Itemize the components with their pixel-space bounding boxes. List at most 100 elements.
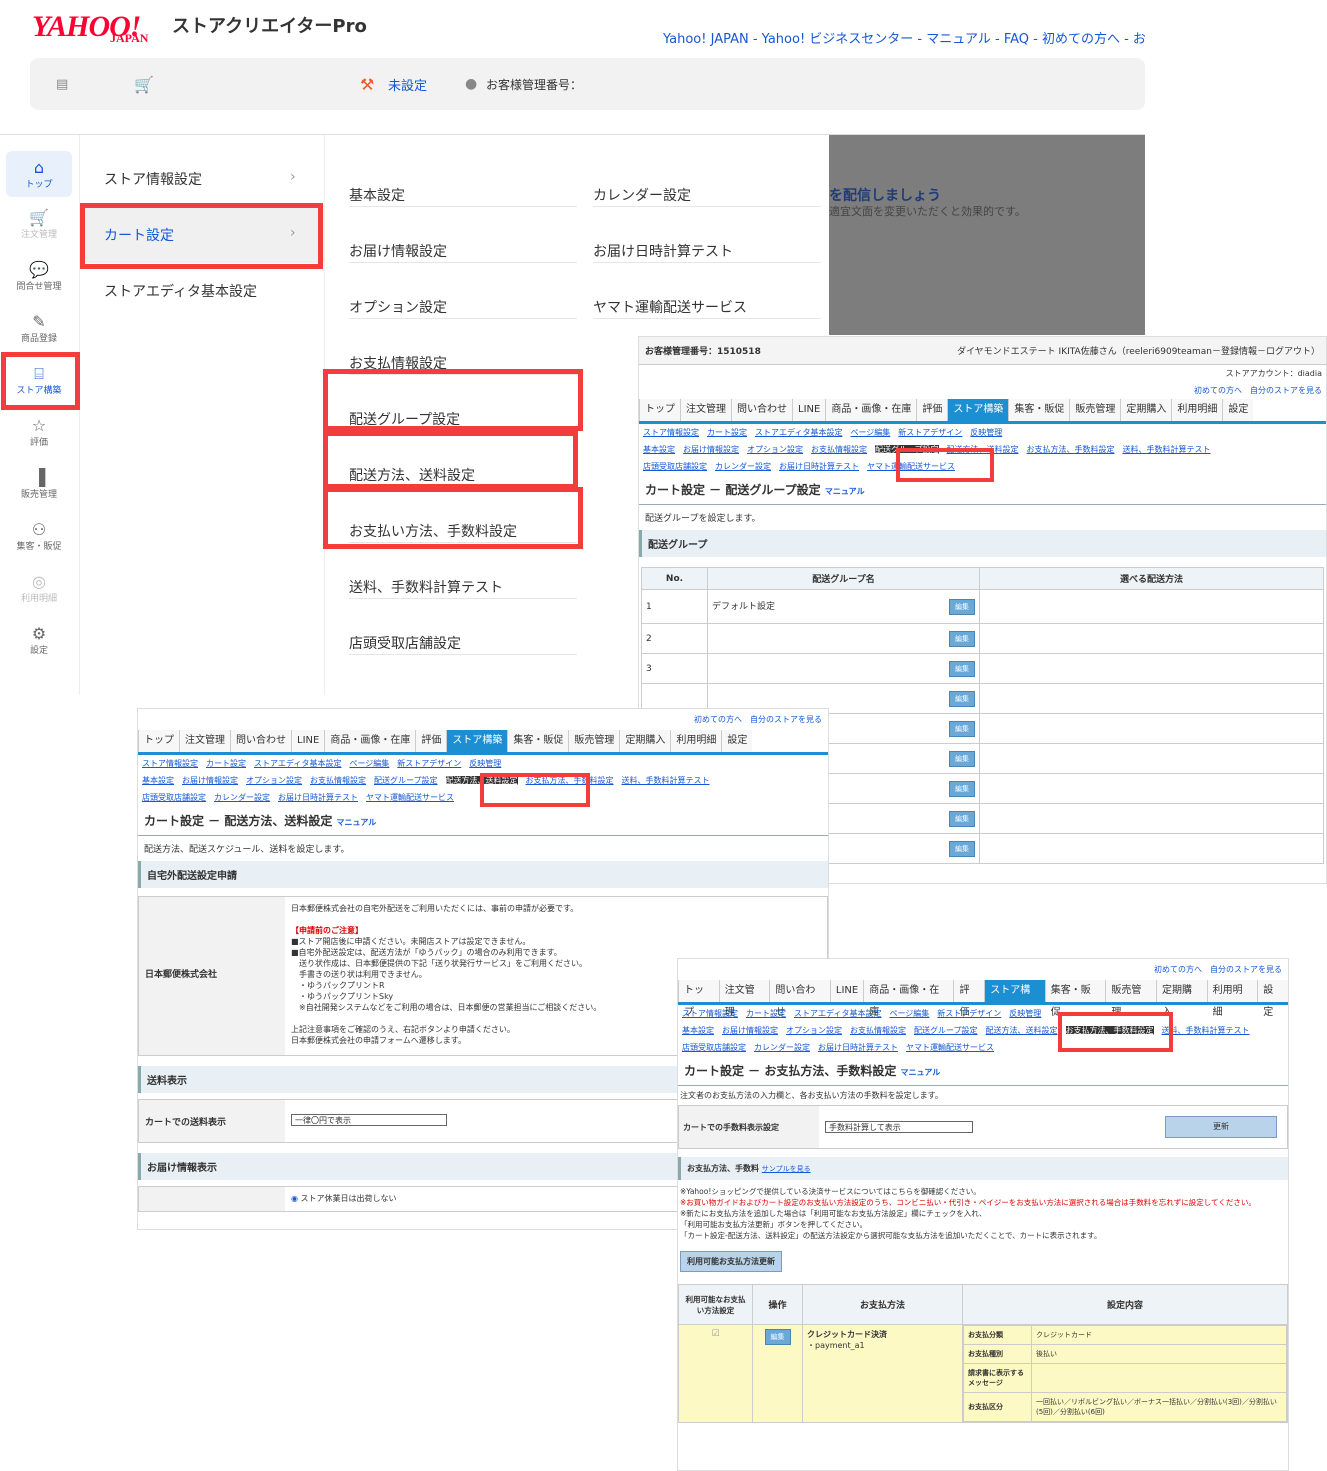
help-links[interactable]: 初めての方へ 自分のストアを見る xyxy=(138,709,828,730)
subnav-link[interactable]: オプション設定 xyxy=(747,445,803,454)
tab[interactable]: 定期購入 xyxy=(619,730,671,752)
fee-display-select[interactable]: 手数料計算して表示 xyxy=(825,1121,973,1133)
subnav-link[interactable]: カレンダー設定 xyxy=(715,462,771,471)
subnav-link[interactable]: お支払情報設定 xyxy=(310,776,366,785)
subnav-link[interactable]: カート設定 xyxy=(206,759,246,768)
subnav-link[interactable]: ページ編集 xyxy=(889,1009,929,1018)
subnav-link[interactable]: お届け情報設定 xyxy=(722,1026,778,1035)
tab[interactable]: 設定 xyxy=(1222,399,1254,421)
help-link[interactable]: 初めての方へ xyxy=(1194,386,1242,395)
subnav-link[interactable]: 配送グループ設定 xyxy=(914,1026,978,1035)
menu-item-editor[interactable]: ストアエディタ基本設定 xyxy=(104,281,257,301)
subnav-link[interactable]: カート設定 xyxy=(746,1009,786,1018)
subnav-link[interactable]: お支払情報設定 xyxy=(811,445,867,454)
sample-link[interactable]: サンプルを見る xyxy=(762,1165,811,1173)
subnav-link[interactable]: 反映管理 xyxy=(469,759,501,768)
sidebar-item-billing[interactable]: ◎ 利用明細 xyxy=(6,565,72,611)
tab[interactable]: 定期購入 xyxy=(1155,980,1207,1018)
status-link[interactable]: 未設定 xyxy=(388,58,427,110)
menu-item[interactable]: お届け情報設定 xyxy=(349,207,577,263)
tab[interactable]: LINE xyxy=(792,399,826,421)
tab[interactable]: 販売管理 xyxy=(1105,980,1156,1018)
edit-button[interactable]: 編集 xyxy=(949,690,975,707)
tab[interactable]: 商品・画像・在庫 xyxy=(825,399,917,421)
tab[interactable]: 商品・画像・在庫 xyxy=(863,980,954,1018)
menu-item[interactable]: 店頭受取店舗設定 xyxy=(349,599,577,655)
tab[interactable]: 利用明細 xyxy=(670,730,722,752)
subnav-link[interactable]: お届け日時計算テスト xyxy=(818,1043,898,1052)
subnav-link[interactable]: ストア情報設定 xyxy=(682,1009,738,1018)
subnav-link[interactable]: ヤマト運輸配送サービス xyxy=(906,1043,994,1052)
subnav-link[interactable]: カレンダー設定 xyxy=(754,1043,810,1052)
subnav-link[interactable]: カート設定 xyxy=(707,428,747,437)
store-icon[interactable]: ▤ xyxy=(56,58,68,110)
tab[interactable]: 集客・販促 xyxy=(507,730,569,752)
subnav-link[interactable]: 店頭受取店舗設定 xyxy=(142,793,206,802)
tab[interactable]: 注文管理 xyxy=(718,980,770,1018)
subnav-link[interactable]: 反映管理 xyxy=(1009,1009,1041,1018)
subnav-link[interactable]: オプション設定 xyxy=(786,1026,842,1035)
tab[interactable]: 利用明細 xyxy=(1171,399,1223,421)
tab[interactable]: 問い合わせ xyxy=(769,980,830,1018)
edit-button[interactable]: 編集 xyxy=(949,630,975,647)
menu-item-store-info[interactable]: ストア情報設定 xyxy=(104,169,202,189)
edit-button[interactable]: 編集 xyxy=(949,780,975,797)
tab[interactable]: 設定 xyxy=(1257,980,1289,1018)
subnav-link[interactable]: ストアエディタ基本設定 xyxy=(254,759,341,768)
radio-icon[interactable]: ◉ xyxy=(291,1194,298,1203)
header-links[interactable]: Yahoo! JAPAN - Yahoo! ビジネスセンター - マニュアル -… xyxy=(663,28,1145,47)
sidebar-item-inquiry[interactable]: 💬 問合せ管理 xyxy=(6,253,72,299)
subnav-link[interactable]: 新ストアデザイン xyxy=(898,428,962,437)
manual-link[interactable]: マニュアル xyxy=(825,487,865,496)
tab[interactable]: 商品・画像・在庫 xyxy=(324,730,416,752)
tab[interactable]: ストア構築 xyxy=(984,980,1045,1018)
shipping-display-select[interactable]: 一律〇円で表示 xyxy=(291,1114,447,1126)
edit-button[interactable]: 編集 xyxy=(949,598,975,615)
edit-button[interactable]: 編集 xyxy=(949,720,975,737)
tab[interactable]: LINE xyxy=(291,730,325,752)
tab[interactable]: 問い合わせ xyxy=(230,730,291,752)
store-link[interactable]: 自分のストアを見る xyxy=(750,715,822,724)
edit-button[interactable]: 編集 xyxy=(764,1329,791,1345)
subnav-link[interactable]: 基本設定 xyxy=(643,445,675,454)
subnav-link[interactable]: ストアエディタ基本設定 xyxy=(755,428,842,437)
sidebar-item-products[interactable]: ✎ 商品登録 xyxy=(6,305,72,351)
tab[interactable]: 集客・販促 xyxy=(1008,399,1070,421)
update-methods-button[interactable]: 利用可能お支払方法更新 xyxy=(680,1251,782,1272)
help-links[interactable]: 初めての方へ 自分のストアを見る xyxy=(678,959,1288,980)
help-link[interactable]: 初めての方へ xyxy=(1154,965,1202,974)
subnav-link[interactable]: ストアエディタ基本設定 xyxy=(794,1009,881,1018)
subnav-link[interactable]: お支払情報設定 xyxy=(850,1026,906,1035)
sidebar-item-orders[interactable]: 🛒 注文管理 xyxy=(6,201,72,247)
tab[interactable]: 定期購入 xyxy=(1120,399,1172,421)
menu-item[interactable]: お支払情報設定 xyxy=(349,319,577,375)
sidebar-item-promo[interactable]: ⚇ 集客・販促 xyxy=(6,513,72,559)
subnav-link[interactable]: ヤマト運輸配送サービス xyxy=(366,793,454,802)
tab[interactable]: 注文管理 xyxy=(680,399,731,421)
subnav-link[interactable]: 配送グループ設定 xyxy=(374,776,438,785)
tab[interactable]: 評価 xyxy=(415,730,447,752)
subnav-link[interactable]: お届け情報設定 xyxy=(182,776,238,785)
store-link[interactable]: 自分のストアを見る xyxy=(1210,965,1282,974)
tab[interactable]: 評価 xyxy=(953,980,985,1018)
subnav-link[interactable]: 送料、手数料計算テスト xyxy=(1123,445,1211,454)
manual-link[interactable]: マニュアル xyxy=(337,818,377,827)
menu-item[interactable]: 送料、手数料計算テスト xyxy=(349,543,577,599)
subnav-link[interactable]: ページ編集 xyxy=(850,428,890,437)
tab[interactable]: ストア構築 xyxy=(446,730,508,752)
sidebar-item-settings[interactable]: ⚙ 設定 xyxy=(6,617,72,663)
tab[interactable]: トップ xyxy=(678,980,719,1018)
subnav-link[interactable]: 新ストアデザイン xyxy=(397,759,461,768)
tab[interactable]: 評価 xyxy=(916,399,948,421)
subnav-link[interactable]: お支払方法、手数料設定 xyxy=(1027,445,1115,454)
subnav-link[interactable]: 新ストアデザイン xyxy=(937,1009,1001,1018)
store-link[interactable]: 自分のストアを見る xyxy=(1250,386,1322,395)
subnav-link[interactable]: ページ編集 xyxy=(349,759,389,768)
tab[interactable]: 販売管理 xyxy=(568,730,620,752)
edit-button[interactable]: 編集 xyxy=(949,660,975,677)
subnav-link[interactable]: 店頭受取店舗設定 xyxy=(643,462,707,471)
subnav-link[interactable]: ストア情報設定 xyxy=(643,428,699,437)
edit-button[interactable]: 編集 xyxy=(949,750,975,767)
subnav-link[interactable]: 店頭受取店舗設定 xyxy=(682,1043,746,1052)
subnav-link[interactable]: 配送方法、送料設定 xyxy=(986,1026,1058,1035)
